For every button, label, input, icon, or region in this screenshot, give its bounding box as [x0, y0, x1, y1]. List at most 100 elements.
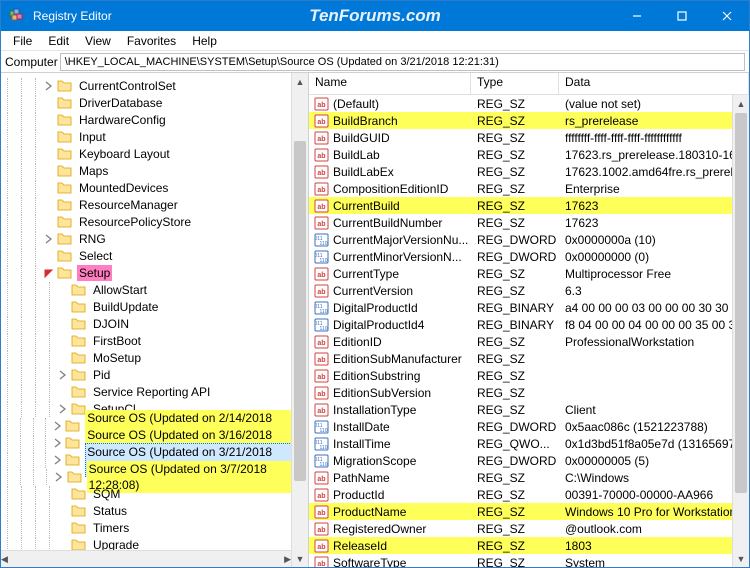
scroll-up-icon[interactable]: ▲	[733, 95, 749, 112]
value-type: REG_SZ	[471, 97, 559, 111]
tree-node[interactable]: DJOIN	[1, 315, 308, 332]
value-row[interactable]: BuildGUIDREG_SZffffffff-ffff-ffff-ffff-f…	[309, 129, 749, 146]
value-row[interactable]: BuildBranchREG_SZrs_prerelease	[309, 112, 749, 129]
value-row[interactable]: RegisteredOwnerREG_SZ @outlook.com	[309, 520, 749, 537]
menu-view[interactable]: View	[77, 32, 119, 50]
close-button[interactable]	[704, 1, 749, 31]
menu-help[interactable]: Help	[184, 32, 225, 50]
column-header-data[interactable]: Data	[559, 73, 749, 94]
tree-node[interactable]: HardwareConfig	[1, 111, 308, 128]
chevron-down-icon[interactable]	[43, 267, 55, 279]
scroll-thumb[interactable]	[735, 113, 747, 493]
string-value-icon	[313, 181, 329, 197]
value-row[interactable]: BuildLabREG_SZ17623.rs_prerelease.180310…	[309, 146, 749, 163]
value-name: CurrentVersion	[333, 284, 413, 298]
chevron-right-icon[interactable]	[52, 454, 63, 466]
value-row[interactable]: CurrentVersionREG_SZ6.3	[309, 282, 749, 299]
minimize-button[interactable]	[614, 1, 659, 31]
value-row[interactable]: EditionIDREG_SZProfessionalWorkstation	[309, 333, 749, 350]
binary-value-icon	[313, 317, 329, 333]
value-row[interactable]: ReleaseIdREG_SZ1803	[309, 537, 749, 554]
tree-vertical-scrollbar[interactable]: ▲ ▼	[291, 73, 308, 567]
value-row[interactable]: DigitalProductId4REG_BINARYf8 04 00 00 0…	[309, 316, 749, 333]
tree-node[interactable]: ResourceManager	[1, 196, 308, 213]
chevron-right-icon[interactable]	[43, 233, 55, 245]
tree-node[interactable]: MoSetup	[1, 349, 308, 366]
scroll-left-icon[interactable]: ◀	[1, 551, 8, 567]
tree-node[interactable]: Keyboard Layout	[1, 145, 308, 162]
column-header-name[interactable]: Name	[309, 73, 471, 94]
tree-node[interactable]: RNG	[1, 230, 308, 247]
tree-node[interactable]: Pid	[1, 366, 308, 383]
folder-icon	[57, 231, 73, 247]
value-row[interactable]: MigrationScopeREG_DWORD0x00000005 (5)	[309, 452, 749, 469]
tree-node-label: FirstBoot	[91, 333, 143, 349]
value-row[interactable]: SoftwareTypeREG_SZSystem	[309, 554, 749, 567]
menu-favorites[interactable]: Favorites	[119, 32, 184, 50]
value-row[interactable]: CurrentBuildREG_SZ17623	[309, 197, 749, 214]
value-row[interactable]: CurrentMajorVersionNu...REG_DWORD0x00000…	[309, 231, 749, 248]
chevron-right-icon[interactable]	[43, 80, 55, 92]
tree-node[interactable]: ResourcePolicyStore	[1, 213, 308, 230]
value-row[interactable]: EditionSubstringREG_SZ	[309, 367, 749, 384]
chevron-right-icon[interactable]	[53, 471, 64, 483]
scroll-down-icon[interactable]: ▼	[292, 550, 308, 567]
value-row[interactable]: CurrentMinorVersionN...REG_DWORD0x000000…	[309, 248, 749, 265]
chevron-right-icon[interactable]	[52, 437, 63, 449]
folder-icon	[57, 214, 73, 230]
scroll-down-icon[interactable]: ▼	[733, 550, 749, 567]
tree-node[interactable]: Input	[1, 128, 308, 145]
value-row[interactable]: ProductIdREG_SZ00391-70000-00000-AA966	[309, 486, 749, 503]
value-row[interactable]: ProductNameREG_SZWindows 10 Pro for Work…	[309, 503, 749, 520]
value-row[interactable]: CurrentTypeREG_SZMultiprocessor Free	[309, 265, 749, 282]
value-data: 0x00000005 (5)	[559, 454, 749, 468]
value-row[interactable]: PathNameREG_SZC:\Windows	[309, 469, 749, 486]
tree-node[interactable]: Maps	[1, 162, 308, 179]
tree-node-label: Status	[91, 503, 129, 519]
tree-node[interactable]: AllowStart	[1, 281, 308, 298]
tree-node[interactable]: DriverDatabase	[1, 94, 308, 111]
chevron-right-icon[interactable]	[57, 403, 69, 415]
value-row[interactable]: InstallTimeREG_QWO...0x1d3bd51f8a05e7d (…	[309, 435, 749, 452]
tree-node[interactable]: Status	[1, 502, 308, 519]
menu-edit[interactable]: Edit	[40, 32, 77, 50]
list-vertical-scrollbar[interactable]: ▲ ▼	[732, 95, 749, 567]
chevron-right-icon[interactable]	[52, 420, 63, 432]
value-name: DigitalProductId	[333, 301, 418, 315]
scroll-right-icon[interactable]: ▶	[284, 551, 291, 567]
scroll-up-icon[interactable]: ▲	[292, 73, 308, 90]
column-header-type[interactable]: Type	[471, 73, 559, 94]
tree-node[interactable]: SQM	[1, 485, 308, 502]
tree-node[interactable]: BuildUpdate	[1, 298, 308, 315]
string-value-icon	[313, 402, 329, 418]
value-type: REG_BINARY	[471, 318, 559, 332]
value-row[interactable]: (Default)REG_SZ(value not set)	[309, 95, 749, 112]
value-type: REG_SZ	[471, 471, 559, 485]
value-row[interactable]: DigitalProductIdREG_BINARYa4 00 00 00 03…	[309, 299, 749, 316]
chevron-right-icon[interactable]	[57, 369, 69, 381]
menu-file[interactable]: File	[5, 32, 40, 50]
tree-node[interactable]: Select	[1, 247, 308, 264]
value-row[interactable]: BuildLabExREG_SZ17623.1002.amd64fre.rs_p…	[309, 163, 749, 180]
value-name: PathName	[333, 471, 390, 485]
tree-horizontal-scrollbar[interactable]: ◀ ▶	[1, 550, 291, 567]
registry-tree[interactable]: CurrentControlSetDriverDatabaseHardwareC…	[1, 77, 308, 567]
tree-node[interactable]: MountedDevices	[1, 179, 308, 196]
tree-node[interactable]: Source OS (Updated on 3/7/2018 12:28:08)	[1, 468, 308, 485]
address-path-input[interactable]: \HKEY_LOCAL_MACHINE\SYSTEM\Setup\Source …	[60, 53, 745, 71]
tree-node[interactable]: FirstBoot	[1, 332, 308, 349]
tree-node[interactable]: Service Reporting API	[1, 383, 308, 400]
value-row[interactable]: CurrentBuildNumberREG_SZ17623	[309, 214, 749, 231]
tree-node[interactable]: CurrentControlSet	[1, 77, 308, 94]
value-row[interactable]: EditionSubManufacturerREG_SZ	[309, 350, 749, 367]
tree-node[interactable]: Timers	[1, 519, 308, 536]
value-data: (value not set)	[559, 97, 749, 111]
value-row[interactable]: InstallDateREG_DWORD0x5aac086c (15212237…	[309, 418, 749, 435]
maximize-button[interactable]	[659, 1, 704, 31]
value-row[interactable]: InstallationTypeREG_SZClient	[309, 401, 749, 418]
value-row[interactable]: EditionSubVersionREG_SZ	[309, 384, 749, 401]
tree-node-label: Setup	[77, 265, 112, 281]
scroll-thumb[interactable]	[294, 141, 306, 481]
tree-node[interactable]: Setup	[1, 264, 308, 281]
value-row[interactable]: CompositionEditionIDREG_SZEnterprise	[309, 180, 749, 197]
